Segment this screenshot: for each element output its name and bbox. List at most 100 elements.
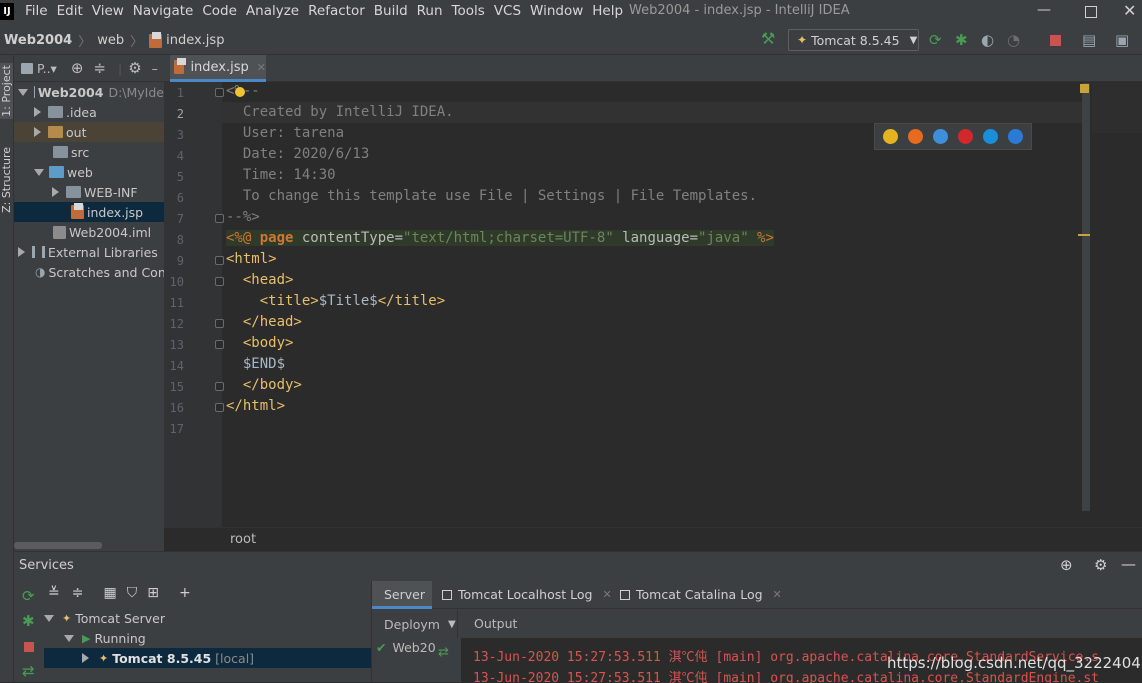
project-view-selector[interactable]: P..▾: [37, 61, 57, 76]
run-config-selector[interactable]: ✦ Tomcat 8.5.45 ▼: [788, 29, 919, 51]
build-hammer-icon[interactable]: ⚒: [761, 29, 775, 48]
menu-run[interactable]: Run: [417, 3, 443, 19]
code-line-16[interactable]: </html>: [226, 398, 285, 414]
menu-view[interactable]: View: [92, 3, 124, 19]
gear-icon[interactable]: ⚙: [128, 59, 141, 77]
project-structure-icon[interactable]: ▣: [1115, 31, 1129, 49]
rerun-icon[interactable]: ⟳: [22, 587, 35, 605]
tree-item-idea[interactable]: .idea: [14, 102, 164, 122]
code-line-15[interactable]: </body>: [226, 377, 302, 393]
filter-icon[interactable]: ⛉: [127, 585, 138, 601]
tree-item-external-libraries[interactable]: External Libraries: [14, 242, 164, 262]
close-tab-icon[interactable]: ✕: [773, 581, 782, 609]
close-tab-icon[interactable]: ✕: [602, 581, 611, 609]
fold-marker-icon[interactable]: [215, 340, 224, 349]
service-tomcat-instance[interactable]: ✦ Tomcat 8.5.45 [local]: [44, 648, 371, 668]
structure-tool-tab[interactable]: Z: Structure: [0, 147, 13, 213]
new-tab-icon[interactable]: ⊞: [147, 585, 159, 601]
inspection-status-icon[interactable]: [1080, 84, 1089, 93]
tree-item-src[interactable]: src: [14, 142, 164, 162]
maximize-icon[interactable]: [1085, 6, 1097, 18]
edge-icon[interactable]: [1008, 129, 1023, 144]
error-stripe-marker[interactable]: [1078, 234, 1090, 236]
fold-marker-icon[interactable]: [215, 88, 224, 97]
fold-marker-icon[interactable]: [215, 382, 224, 391]
tree-item-web-inf[interactable]: WEB-INF: [14, 182, 164, 202]
ie-icon[interactable]: [983, 129, 998, 144]
code-line-13[interactable]: <body>: [226, 335, 294, 351]
menu-navigate[interactable]: Navigate: [133, 3, 194, 19]
tree-item-scratches[interactable]: ◑ Scratches and Cons: [14, 262, 164, 282]
profile-icon[interactable]: ◔: [1007, 31, 1020, 49]
code-line-10[interactable]: <head>: [226, 272, 294, 288]
code-minimap[interactable]: [1092, 83, 1142, 133]
code-line-11[interactable]: <title>$Title$</title>: [226, 293, 445, 309]
deployment-header[interactable]: Deploym ▼: [372, 610, 458, 638]
locate-icon[interactable]: ⊕: [71, 59, 84, 77]
crumb-file[interactable]: index.jsp: [166, 33, 224, 48]
tab-catalina-log[interactable]: Tomcat Catalina Log ✕: [620, 581, 782, 609]
tree-item-index-jsp[interactable]: index.jsp: [14, 202, 164, 222]
hide-icon[interactable]: —: [1121, 555, 1136, 573]
tree-item-web2004[interactable]: Web2004 D:\MyIde: [14, 82, 164, 102]
rerun-icon[interactable]: ⟳: [929, 31, 942, 49]
tree-item-iml[interactable]: Web2004.iml: [14, 222, 164, 242]
debug-bug-icon[interactable]: ✱: [22, 612, 35, 630]
stop-icon[interactable]: [24, 642, 34, 652]
tab-localhost-log[interactable]: Tomcat Localhost Log ✕: [442, 581, 612, 609]
menu-vcs[interactable]: VCS: [494, 3, 521, 19]
code-line-9[interactable]: <html>: [226, 251, 277, 267]
menu-refactor[interactable]: Refactor: [308, 3, 365, 19]
fold-marker-icon[interactable]: [215, 214, 224, 223]
stop-icon[interactable]: [1050, 35, 1061, 46]
tab-server[interactable]: Server: [372, 581, 432, 609]
menu-analyze[interactable]: Analyze: [246, 3, 299, 19]
deploy-icon[interactable]: ⇄: [22, 662, 35, 680]
service-tomcat-server[interactable]: ✦ Tomcat Server: [44, 608, 371, 628]
vcs-update-icon[interactable]: ▤: [1082, 31, 1096, 49]
code-line-14[interactable]: $END$: [226, 356, 285, 372]
code-line-2[interactable]: Created by IntelliJ IDEA.: [226, 104, 454, 120]
menu-tools[interactable]: Tools: [452, 3, 485, 19]
opera-icon[interactable]: [958, 129, 973, 144]
hide-icon[interactable]: –: [152, 61, 158, 76]
menu-window[interactable]: Window: [530, 3, 583, 19]
close-tab-icon[interactable]: ✕: [257, 61, 266, 74]
code-line-12[interactable]: </head>: [226, 314, 302, 330]
collapse-all-icon[interactable]: ≑: [72, 585, 84, 601]
minimize-icon[interactable]: —: [1037, 2, 1051, 18]
code-line-8[interactable]: <%@ page contentType="text/html;charset=…: [226, 230, 774, 246]
fold-marker-icon[interactable]: [215, 256, 224, 265]
intention-bulb-icon[interactable]: [235, 87, 245, 97]
firefox-icon[interactable]: [908, 129, 923, 144]
fold-marker-icon[interactable]: [215, 319, 224, 328]
fold-marker-icon[interactable]: [215, 277, 224, 286]
gear-icon[interactable]: ⚙: [1094, 556, 1107, 574]
tab-index-jsp[interactable]: index.jsp ✕: [170, 55, 266, 82]
fold-marker-icon[interactable]: [215, 403, 224, 412]
menu-file[interactable]: File: [25, 3, 48, 19]
vertical-scrollbar[interactable]: [1082, 83, 1090, 511]
code-line-7[interactable]: --%>: [226, 209, 260, 225]
horizontal-scrollbar[interactable]: [14, 542, 102, 549]
code-line-5[interactable]: Time: 14:30: [226, 167, 336, 183]
menu-help[interactable]: Help: [592, 3, 623, 19]
project-tool-tab[interactable]: 1: Project: [0, 63, 13, 119]
collapse-all-icon[interactable]: ≑: [93, 59, 106, 77]
crumb-web[interactable]: web: [97, 33, 124, 48]
chrome-icon[interactable]: [883, 129, 898, 144]
group-by-icon[interactable]: ▦: [103, 585, 116, 601]
menu-edit[interactable]: Edit: [57, 3, 83, 19]
service-running-group[interactable]: ▶ Running: [44, 628, 371, 648]
safari-icon[interactable]: [933, 129, 948, 144]
breadcrumb-root[interactable]: root: [230, 532, 256, 547]
tree-item-web[interactable]: web: [14, 162, 164, 182]
crumb-project[interactable]: Web2004: [4, 33, 72, 48]
add-service-icon[interactable]: +: [179, 585, 191, 601]
close-window-icon[interactable]: ✕: [1123, 1, 1136, 20]
deploy-icon[interactable]: ⇄: [438, 645, 449, 660]
menu-build[interactable]: Build: [374, 3, 408, 19]
tree-item-out[interactable]: out: [14, 122, 164, 142]
deployment-item[interactable]: ✔ Web20: [376, 640, 436, 655]
menu-code[interactable]: Code: [202, 3, 237, 19]
